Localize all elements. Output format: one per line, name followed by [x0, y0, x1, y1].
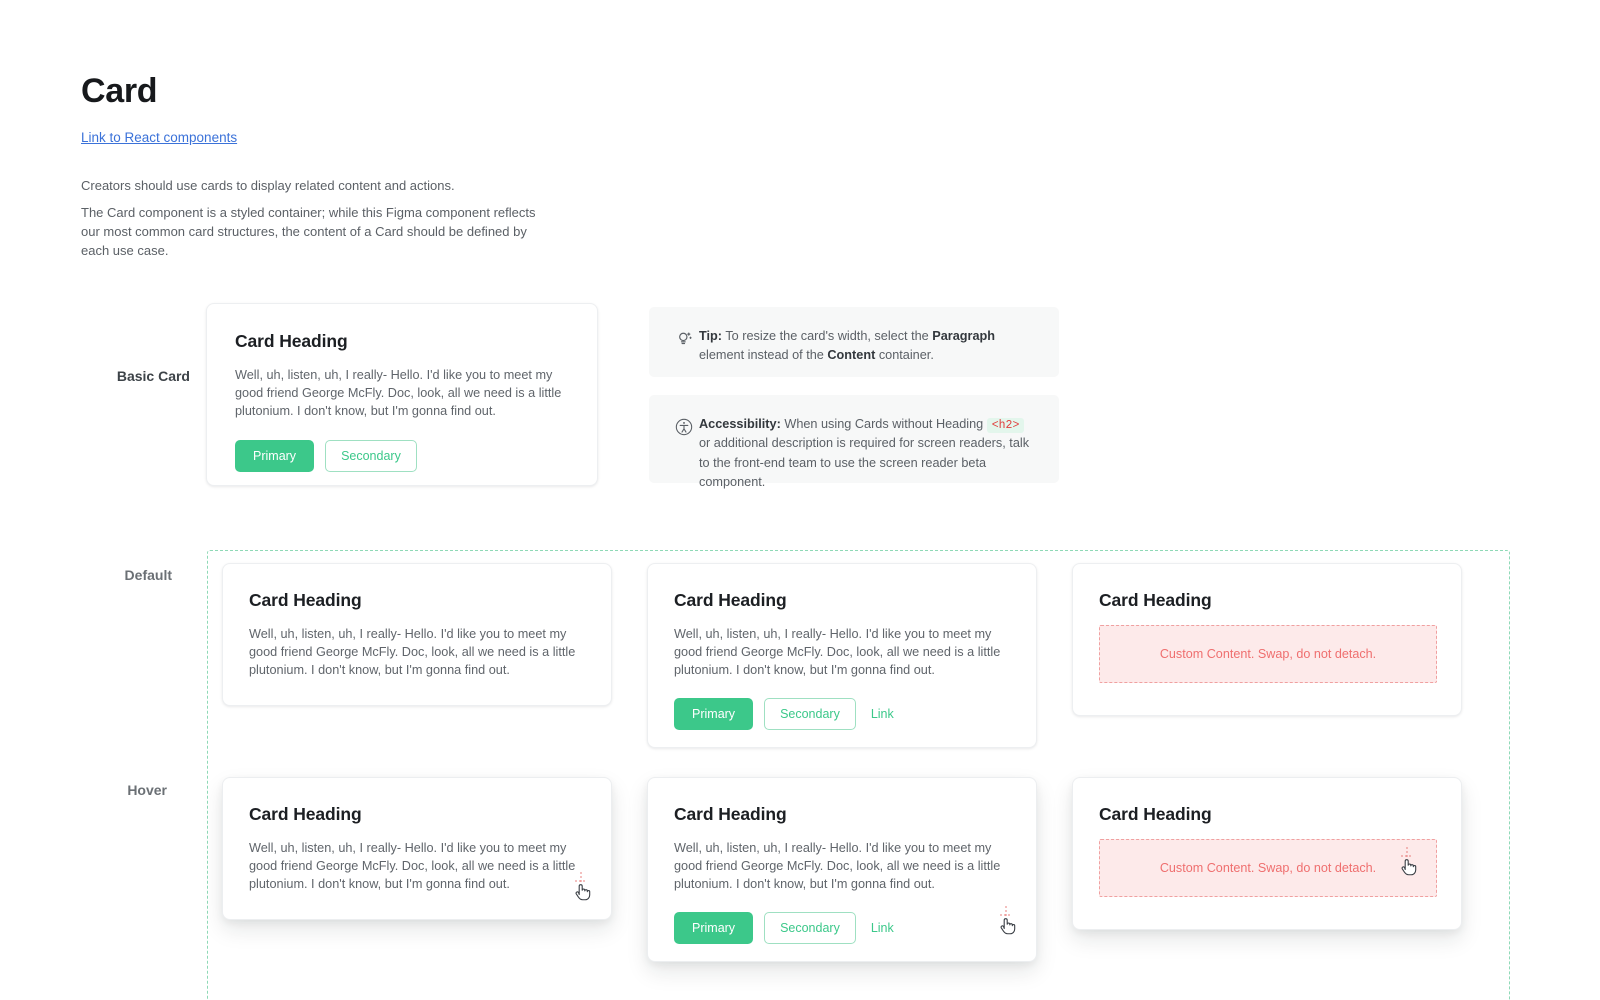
default-card-with-actions[interactable]: Card Heading Well, uh, listen, uh, I rea… — [647, 563, 1037, 748]
secondary-button[interactable]: Secondary — [764, 912, 856, 945]
page-title: Card — [81, 72, 158, 110]
tip-bold-content: Content — [827, 348, 876, 363]
accessibility-callout: Accessibility: When using Cards without … — [649, 395, 1059, 489]
default-card-text-only[interactable]: Card Heading Well, uh, listen, uh, I rea… — [222, 563, 612, 706]
tip-callout-text: Tip: To resize the card's width, select … — [699, 327, 1037, 362]
tip-callout: Tip: To resize the card's width, select … — [649, 307, 1059, 377]
card-body-text: Well, uh, listen, uh, I really- Hello. I… — [674, 627, 1001, 678]
card-heading: Card Heading — [1099, 804, 1212, 824]
tip-text-a: To resize the card's width, select the — [722, 329, 933, 343]
card-actions: Primary Secondary — [235, 440, 569, 473]
card-body-text: Well, uh, listen, uh, I really- Hello. I… — [674, 841, 1001, 892]
lightbulb-icon — [669, 327, 699, 357]
intro-paragraph-2: The Card component is a styled container… — [81, 205, 536, 258]
card-heading: Card Heading — [235, 331, 348, 351]
cursor-pointer-icon — [993, 906, 1019, 936]
row-label-hover: Hover — [127, 782, 167, 798]
row-label-basic-card: Basic Card — [116, 368, 190, 384]
card-heading: Card Heading — [674, 804, 787, 824]
card-actions: Primary Secondary Link — [674, 912, 1010, 945]
basic-card[interactable]: Card Heading Well, uh, listen, uh, I rea… — [206, 303, 598, 486]
card-actions: Primary Secondary Link — [674, 698, 1010, 731]
accessibility-text-a: When using Cards without Heading — [780, 417, 987, 431]
cursor-pointer-icon — [1394, 847, 1420, 877]
custom-content-slot[interactable]: Custom Content. Swap, do not detach. — [1099, 839, 1437, 897]
link-button[interactable]: Link — [867, 913, 898, 943]
code-chip-h2: <h2> — [986, 418, 1025, 433]
card-heading: Card Heading — [674, 590, 787, 610]
tip-bold-paragraph: Paragraph — [932, 329, 996, 343]
secondary-button[interactable]: Secondary — [764, 698, 856, 731]
react-components-link[interactable]: Link to React components — [81, 130, 237, 145]
card-body-text: Well, uh, listen, uh, I really- Hello. I… — [249, 627, 576, 678]
primary-button[interactable]: Primary — [674, 912, 754, 945]
secondary-button[interactable]: Secondary — [325, 440, 417, 473]
tip-text-c: container. — [875, 348, 934, 363]
cursor-pointer-icon — [568, 872, 594, 902]
card-documentation-page: Card Link to React components Creators s… — [0, 0, 1600, 1000]
tip-text-b: element instead of the — [699, 348, 828, 363]
tip-label: Tip: — [699, 329, 723, 343]
default-card-custom-content[interactable]: Card Heading Custom Content. Swap, do no… — [1072, 563, 1462, 716]
hover-card-text-only[interactable]: Card Heading Well, uh, listen, uh, I rea… — [222, 777, 612, 920]
intro-paragraph-1: Creators should use cards to display rel… — [81, 178, 455, 193]
custom-content-slot[interactable]: Custom Content. Swap, do not detach. — [1099, 625, 1437, 683]
primary-button[interactable]: Primary — [235, 440, 315, 473]
primary-button[interactable]: Primary — [674, 698, 754, 731]
link-button[interactable]: Link — [867, 699, 898, 729]
card-heading: Card Heading — [249, 590, 362, 610]
card-heading: Card Heading — [1099, 590, 1212, 610]
accessibility-icon — [669, 415, 699, 463]
card-body-text: Well, uh, listen, uh, I really- Hello. I… — [249, 841, 576, 892]
accessibility-label: Accessibility: — [699, 417, 781, 431]
accessibility-callout-text: Accessibility: When using Cards without … — [699, 415, 1037, 489]
accessibility-text-b: or additional description is required fo… — [699, 436, 1030, 490]
row-label-default: Default — [124, 567, 172, 583]
card-body-text: Well, uh, listen, uh, I really- Hello. I… — [235, 368, 562, 419]
hover-card-with-actions[interactable]: Card Heading Well, uh, listen, uh, I rea… — [647, 777, 1037, 962]
card-heading: Card Heading — [249, 804, 362, 824]
